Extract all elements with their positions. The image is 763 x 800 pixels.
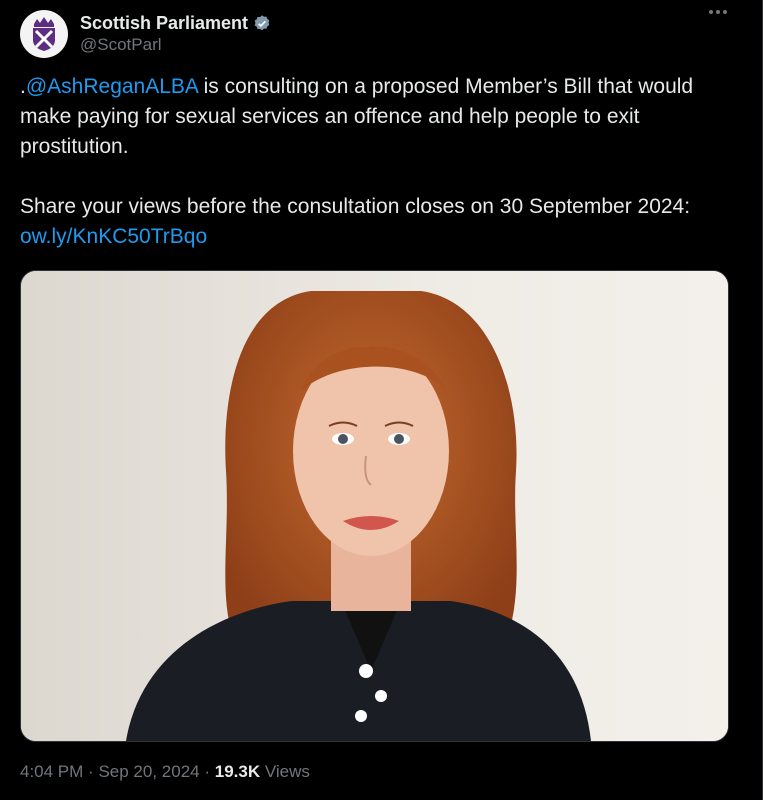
portrait-photo <box>21 271 728 741</box>
parliament-crest-icon <box>33 17 55 51</box>
separator-2: · <box>204 762 211 781</box>
post-time[interactable]: 4:04 PM <box>20 762 83 781</box>
tweet-header: Scottish Parliament @ScotParl <box>20 6 272 62</box>
tweet-text: .@AshReganALBA is consulting on a propos… <box>20 72 740 252</box>
views-count[interactable]: 19.3K <box>215 762 260 781</box>
post-date[interactable]: Sep 20, 2024 <box>98 762 199 781</box>
url-link[interactable]: ow.ly/KnKC50TrBqo <box>20 225 207 248</box>
account-handle[interactable]: @ScotParl <box>80 35 272 55</box>
mention-link[interactable]: @AshReganALBA <box>26 75 198 98</box>
display-name[interactable]: Scottish Parliament <box>80 13 248 34</box>
verified-badge-icon[interactable] <box>252 14 272 34</box>
tweet: Scottish Parliament @ScotParl .@AshRegan… <box>0 0 763 800</box>
separator-1: · <box>88 762 94 781</box>
tweet-photo[interactable] <box>20 270 729 742</box>
more-options-icon[interactable] <box>709 10 727 14</box>
tweet-meta: 4:04 PM · Sep 20, 2024 · 19.3K Views <box>20 762 310 782</box>
avatar[interactable] <box>20 10 68 58</box>
views-label: Views <box>260 762 310 781</box>
account-names: Scottish Parliament @ScotParl <box>80 13 272 55</box>
text-body-2: Share your views before the consultation… <box>20 195 696 218</box>
